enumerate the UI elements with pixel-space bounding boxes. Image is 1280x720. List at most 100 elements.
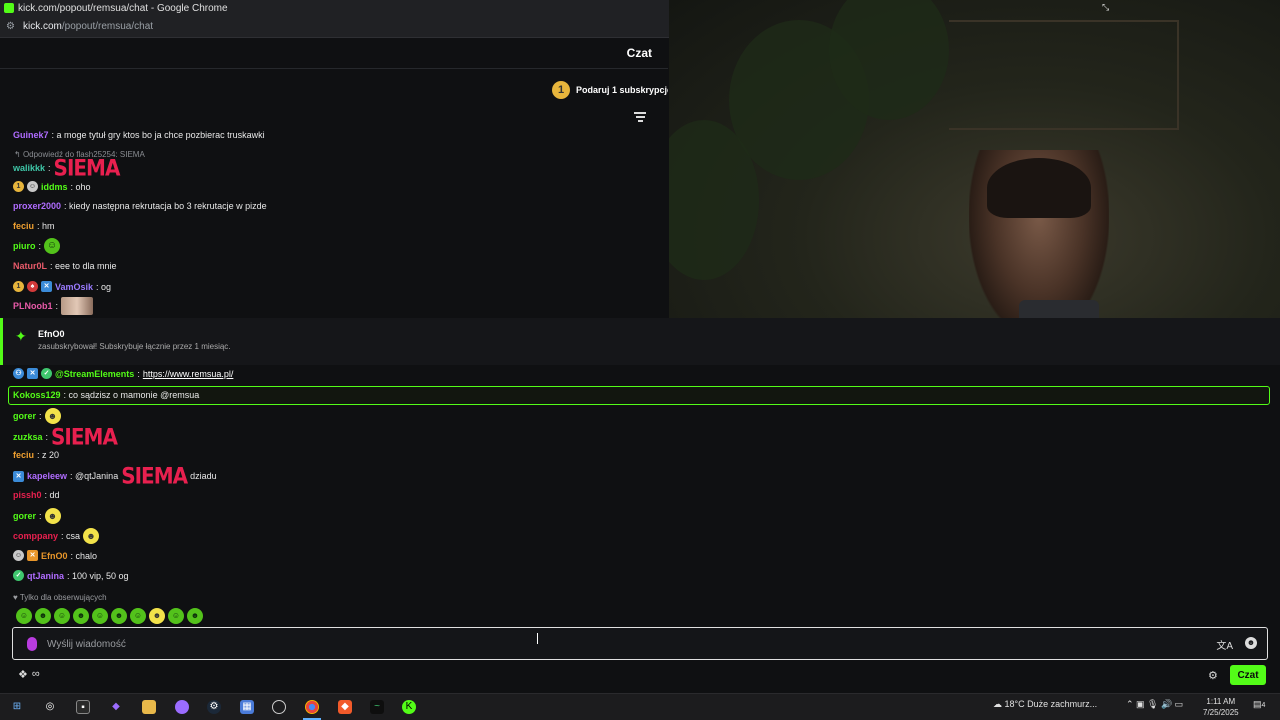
app-icon[interactable]: ◎ [43, 700, 57, 714]
chat-message: pissh0: dd [13, 490, 60, 500]
obs-icon[interactable] [272, 700, 286, 714]
chat-header: Czat [0, 38, 668, 69]
url-path: /popout/remsua/chat [61, 21, 154, 32]
vip-badge-icon: ✕ [27, 368, 38, 379]
kick-favicon-icon [4, 3, 14, 13]
chrome-icon[interactable] [305, 700, 319, 714]
username[interactable]: walikkk [13, 163, 45, 173]
yellow-emote: ☻ [44, 408, 61, 424]
site-info-icon[interactable]: ⚙ [6, 21, 15, 32]
brave-icon[interactable]: ◆ [338, 700, 352, 714]
emote-button[interactable]: ☻ [187, 608, 203, 624]
emote-button[interactable]: ☺ [54, 608, 70, 624]
sub-username[interactable]: EfnO0 [38, 329, 65, 339]
chat-message: Natur0L: eee to dla mnie [13, 261, 117, 271]
username[interactable]: Kokoss129 [13, 390, 61, 400]
window-title: kick.com/popout/remsua/chat - Google Chr… [18, 2, 228, 14]
background-shelf [949, 20, 1179, 130]
siema-emote: SIEMA [51, 423, 118, 451]
verified-badge-icon: ✓ [13, 570, 24, 581]
gear-icon[interactable]: ⚙ [1208, 669, 1218, 682]
chat-message: zuzksa: SIEMA [13, 423, 118, 451]
username[interactable]: qtJanina [27, 571, 64, 581]
tray-icons[interactable]: ⌃ ▣ 🎙 🔊 ▭ [1126, 699, 1183, 710]
emote-button[interactable]: ☻ [35, 608, 51, 624]
username[interactable]: gorer [13, 511, 36, 521]
username[interactable]: iddms [41, 182, 68, 192]
chat-message: ⚇ ✕ ✓ @StreamElements: https://www.remsu… [13, 368, 233, 379]
emoji-icon[interactable]: ☻ [1245, 637, 1257, 649]
ghost-badge-icon: ☺ [13, 550, 24, 561]
emote-button[interactable]: ☻ [149, 608, 165, 624]
username[interactable]: PLNoob1 [13, 301, 53, 311]
chat-message: feciu: hm [13, 221, 55, 231]
notification-icon[interactable]: ▤4 [1253, 699, 1265, 710]
emote-button[interactable]: ☻ [73, 608, 89, 624]
chat-message: Guinek7: a moge tytuł gry ktos bo ja chc… [13, 130, 265, 140]
gift-sub-label: Podaruj 1 subskrypcję [576, 85, 668, 95]
app-icon[interactable]: ~ [370, 700, 384, 714]
sub-badge-icon: ✕ [27, 550, 38, 561]
sub-description: zasubskrybował! Subskrybuje łącznie prze… [38, 342, 231, 351]
username[interactable]: Guinek7 [13, 130, 49, 140]
siema-emote: SIEMA [121, 462, 188, 490]
chat-message: 1 ☺ iddms: oho [13, 181, 91, 192]
username[interactable]: VamOsik [55, 282, 93, 292]
username[interactable]: piuro [13, 241, 36, 251]
username[interactable]: pissh0 [13, 490, 42, 500]
chat-message: ☺ ✕ EfnO0: chalo [13, 550, 98, 561]
bot-badge-icon: ⚇ [13, 368, 24, 379]
windows-start-icon[interactable]: ⊞ [10, 700, 24, 714]
green-emote: ☺ [44, 238, 61, 254]
subscription-event: ✦ EfnO0 zasubskrybował! Subskrybuje łącz… [0, 318, 1280, 365]
chat-message: proxer2000: kiedy następna rekrutacja bo… [13, 201, 267, 211]
vip-badge-icon: ✕ [13, 470, 24, 482]
chat-message-input[interactable] [47, 636, 1207, 652]
emote-button[interactable]: ☺ [92, 608, 108, 624]
username[interactable]: comppany [13, 531, 58, 541]
terminal-icon[interactable]: ▪ [76, 700, 90, 714]
folder-icon[interactable] [142, 700, 156, 714]
chat-input-box[interactable]: 文A ☻ [12, 627, 1268, 660]
hat-badge-icon: ♠ [27, 281, 38, 292]
weather-widget[interactable]: ☁ 18°C Duże zachmurz... [993, 699, 1097, 710]
send-chat-button[interactable]: Czat [1230, 665, 1266, 685]
ghost-badge-icon: ☺ [27, 181, 38, 192]
emote-button[interactable]: ☺ [16, 608, 32, 624]
filter-icon[interactable] [634, 112, 646, 122]
username[interactable]: kapeleew [27, 471, 67, 481]
chat-message: PLNoob1: [13, 297, 94, 315]
fullscreen-icon[interactable]: ⤡ [1102, 2, 1112, 12]
clock[interactable]: 1:11 AM 7/25/2025 [1203, 696, 1239, 718]
username[interactable]: feciu [13, 221, 34, 231]
chat-message: feciu: z 20 [13, 450, 60, 460]
username[interactable]: proxer2000 [13, 201, 61, 211]
chat-message: Kokoss129: co sądzisz o mamonie @remsua [13, 390, 200, 400]
points-icon[interactable]: ❖ ∞ [18, 668, 40, 681]
chat-message: piuro: ☺ [13, 238, 61, 254]
steam-icon[interactable]: ⚙ [207, 700, 221, 714]
chat-link[interactable]: https://www.remsua.pl/ [143, 369, 234, 379]
username[interactable]: gorer [13, 411, 36, 421]
emote-button[interactable]: ☻ [111, 608, 127, 624]
username[interactable]: EfnO0 [41, 551, 68, 561]
followers-only-notice: ♥ Tylko dla obserwujących [13, 593, 107, 602]
app-icon[interactable]: ◆ [109, 700, 123, 714]
gift-sub-button[interactable]: 1 Podaruj 1 subskrypcję [0, 70, 668, 110]
translate-icon[interactable]: 文A [1216, 637, 1233, 652]
sub-badge-icon: 1 [13, 281, 24, 292]
chat-message: ✓ qtJanina: 100 vip, 50 og [13, 570, 129, 581]
kick-icon[interactable]: K [402, 700, 416, 714]
stream-video[interactable]: ⤡ [669, 0, 1280, 338]
emote-button[interactable]: ☺ [168, 608, 184, 624]
chat-message: 1 ♠ ✕ VamOsik: og [13, 281, 111, 292]
discord-icon[interactable] [175, 700, 189, 714]
username[interactable]: Natur0L [13, 261, 47, 271]
username[interactable]: @StreamElements [55, 369, 134, 379]
emote-button[interactable]: ☺ [130, 608, 146, 624]
calendar-icon[interactable]: ▦ [240, 700, 254, 714]
username[interactable]: zuzksa [13, 432, 43, 442]
username[interactable]: feciu [13, 450, 34, 460]
quick-emote-bar: ☺ ☻ ☺ ☻ ☺ ☻ ☺ ☻ ☺ ☻ [16, 608, 203, 624]
mic-icon[interactable] [27, 637, 37, 651]
